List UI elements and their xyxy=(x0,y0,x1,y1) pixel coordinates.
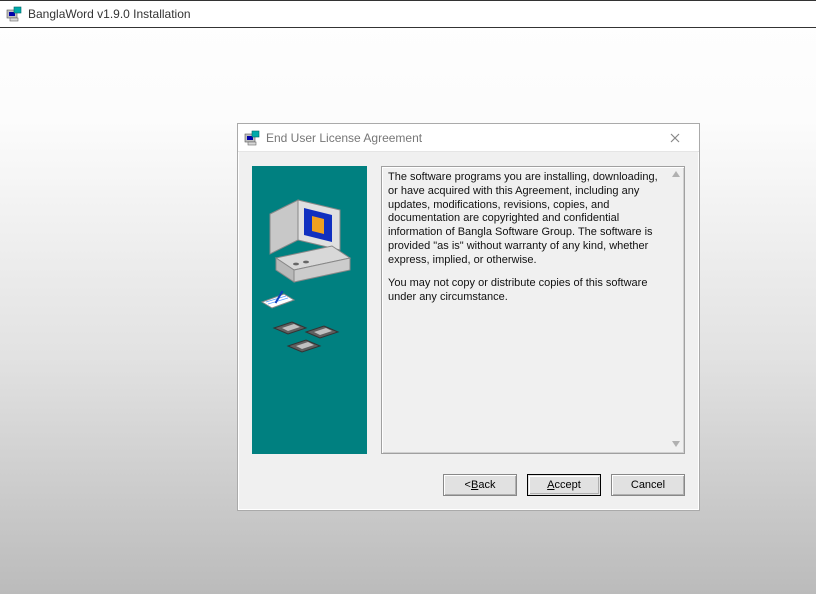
accept-button-rest: ccept xyxy=(555,479,581,491)
dialog-titlebar: End User License Agreement xyxy=(238,124,699,152)
eula-text-box: The software programs you are installing… xyxy=(381,166,685,454)
app-title: BanglaWord v1.9.0 Installation xyxy=(28,7,191,21)
dialog-button-row: < Back Accept Cancel xyxy=(443,474,685,496)
scroll-up-arrow[interactable] xyxy=(670,169,682,181)
accept-button-mnemonic: A xyxy=(547,479,554,491)
close-button[interactable] xyxy=(657,127,693,149)
eula-paragraph-1: The software programs you are installing… xyxy=(388,171,668,267)
dialog-client: The software programs you are installing… xyxy=(238,152,699,468)
eula-paragraph-2: You may not copy or distribute copies of… xyxy=(388,277,668,305)
cancel-button[interactable]: Cancel xyxy=(611,474,685,496)
accept-button[interactable]: Accept xyxy=(527,474,601,496)
dialog-title: End User License Agreement xyxy=(266,131,657,145)
scroll-down-arrow[interactable] xyxy=(670,439,682,451)
cancel-button-label: Cancel xyxy=(631,479,665,491)
eula-dialog: End User License Agreement xyxy=(237,123,700,511)
app-titlebar: BanglaWord v1.9.0 Installation xyxy=(0,0,816,28)
wizard-side-graphic xyxy=(252,166,367,454)
installer-icon xyxy=(244,130,260,146)
back-button-mnemonic: B xyxy=(471,479,478,491)
back-button[interactable]: < Back xyxy=(443,474,517,496)
back-button-rest: ack xyxy=(478,479,495,491)
installer-icon xyxy=(6,6,22,22)
